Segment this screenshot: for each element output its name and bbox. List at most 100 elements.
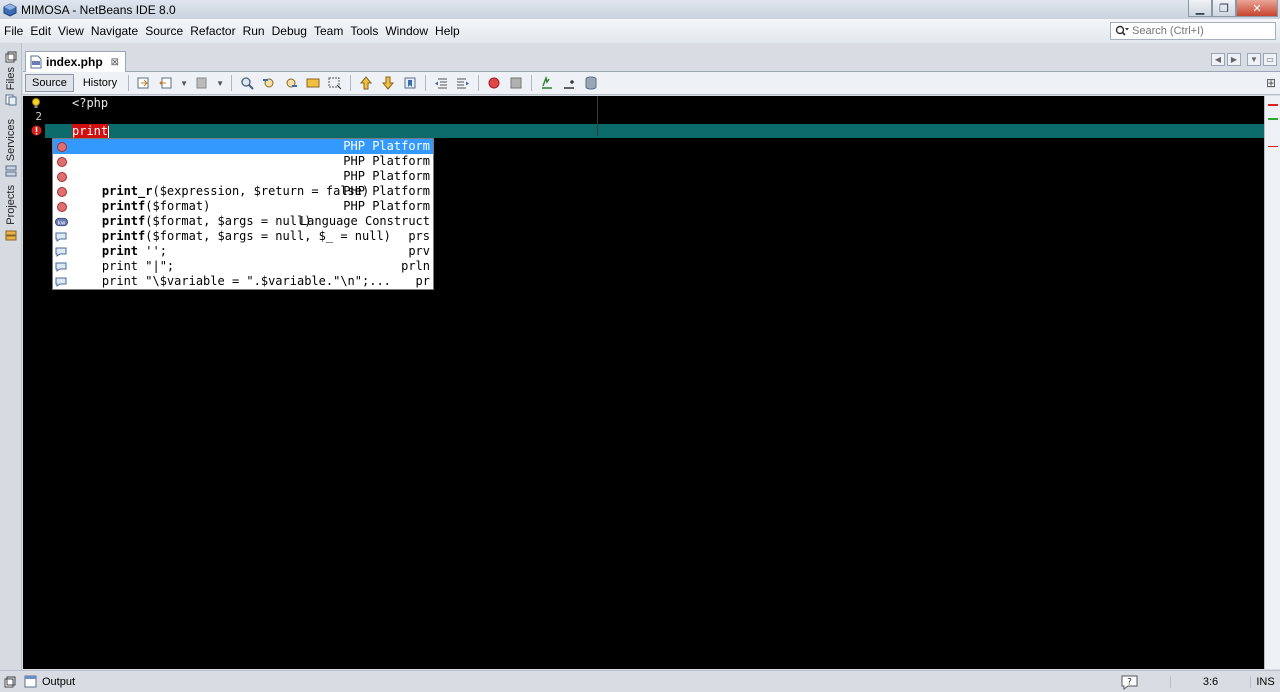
find-previous-icon[interactable] [261,75,277,91]
toggle-bookmark-icon[interactable] [402,75,418,91]
completion-item[interactable]: print "\$variable = ".$variable."\n";...… [53,244,433,288]
code-line-1: <?php [72,96,109,110]
find-next-icon[interactable] [283,75,299,91]
tab-scroll-right-icon[interactable]: ▶ [1227,53,1241,66]
code-completion-popup[interactable]: print_r($expression) PHP Platform print_… [52,138,434,318]
minimize-button[interactable]: ▁ [1188,0,1212,17]
svg-text:kw: kw [58,220,66,226]
ok-marker [1268,118,1278,120]
maximize-button[interactable]: ❐ [1212,0,1236,17]
toolbar-separator [425,75,427,91]
menu-debug[interactable]: Debug [269,24,310,38]
error-marker[interactable] [1268,146,1278,147]
completion-meta: prln [401,259,430,273]
rectangular-selection-icon[interactable] [327,75,343,91]
back-dropdown-icon[interactable]: ▼ [180,75,188,91]
notifications-icon[interactable]: ? [1120,674,1140,690]
toolbar-separator [231,75,233,91]
toggle-highlight-icon[interactable] [305,75,321,91]
completion-meta: PHP Platform [343,154,430,168]
uncomment-icon[interactable] [561,75,577,91]
tab-navigation: ◀ ▶ ▼ ▭ [1211,53,1277,66]
stop-macro-icon[interactable] [508,75,524,91]
completion-meta: PHP Platform [343,139,430,153]
toolbar-separator [478,75,480,91]
split-editor-icon[interactable]: ⊞ [1266,76,1276,90]
sidebar-tab-services[interactable]: Services [2,119,20,177]
menu-help[interactable]: Help [432,24,463,38]
insert-mode: INS [1250,676,1280,688]
function-icon [57,157,67,167]
tab-list-icon[interactable]: ▼ [1247,53,1261,66]
menu-run[interactable]: Run [240,24,268,38]
current-line-highlight [45,124,1264,138]
next-bookmark-icon[interactable] [380,75,396,91]
completion-item[interactable]: printf($format, $args = null, $_ = null)… [53,199,433,243]
menu-source[interactable]: Source [142,24,186,38]
back-icon[interactable] [158,75,174,91]
completion-item[interactable]: kw print ''; Language Construct [53,214,433,258]
menu-tools[interactable]: Tools [347,24,381,38]
caret-position: 3:6 [1170,676,1250,688]
completion-meta: Language Construct [299,214,430,228]
tab-index-php[interactable]: index.php ⊠ [25,51,127,72]
last-edit-icon[interactable] [136,75,152,91]
menu-navigate[interactable]: Navigate [88,24,141,38]
menu-window[interactable]: Window [382,24,431,38]
close-button[interactable]: ✕ [1236,0,1278,17]
menu-team[interactable]: Team [311,24,346,38]
shift-right-icon[interactable] [455,75,471,91]
source-tab-button[interactable]: Source [25,74,74,92]
code-line-3: print [72,124,110,139]
menu-refactor[interactable]: Refactor [187,24,238,38]
comment-icon[interactable] [539,75,555,91]
start-macro-icon[interactable] [486,75,502,91]
window-controls: ▁ ❐ ✕ [1188,0,1278,17]
maximize-window-icon[interactable]: ▭ [1263,53,1277,66]
output-icon[interactable] [24,675,37,688]
search-input[interactable] [1132,25,1272,37]
error-stripe[interactable] [1264,96,1280,669]
database-icon[interactable] [583,75,599,91]
completion-item[interactable]: print $variable."\n";... prln [53,259,433,303]
forward-icon[interactable] [194,75,210,91]
sidebar-tab-files[interactable]: Files [2,51,20,106]
completion-item[interactable]: print "|"; prs [53,229,433,273]
sidebar-tab-projects-label: Projects [5,185,17,225]
completion-item[interactable]: print_r($expression, $return = false) PH… [53,154,433,198]
output-tab-label[interactable]: Output [42,676,75,688]
window-restore-icon[interactable] [4,676,16,688]
editor-toolbar: Source History ▼ ▼ ⊞ [23,72,1280,95]
menu-file[interactable]: File [1,24,26,38]
find-icon[interactable] [239,75,255,91]
sidebar-tab-projects[interactable]: Projects [2,185,20,241]
template-icon [55,247,67,257]
completion-name: print $variable [101,304,211,318]
completion-item[interactable]: printf($format) PHP Platform [53,169,433,213]
projects-icon [5,230,17,241]
line-number: 2 [35,110,42,123]
template-icon [55,262,67,272]
completion-item[interactable]: printf($format, $args = null) PHP Platfo… [53,184,433,228]
hint-bulb-icon[interactable] [31,98,41,109]
completion-meta: prv [408,244,430,258]
quick-search[interactable] [1110,22,1276,40]
tab-close-icon[interactable]: ⊠ [111,57,119,68]
menu-edit[interactable]: Edit [27,24,54,38]
history-tab-button[interactable]: History [76,74,124,92]
completion-meta: PHP Platform [343,169,430,183]
completion-item[interactable]: print_r($expression) PHP Platform [53,139,433,183]
tab-scroll-left-icon[interactable]: ◀ [1211,53,1225,66]
template-icon [55,232,67,242]
function-icon [57,172,67,182]
sidebar-tab-services-label: Services [5,119,17,162]
search-icon [1115,25,1129,36]
previous-bookmark-icon[interactable] [358,75,374,91]
completion-meta: PHP Platform [343,184,430,198]
menu-view[interactable]: View [55,24,87,38]
shift-left-icon[interactable] [433,75,449,91]
error-marker[interactable] [1268,104,1278,106]
forward-dropdown-icon[interactable]: ▼ [216,75,224,91]
completion-item[interactable]: print $variable;... pr [53,274,433,318]
error-icon[interactable] [31,125,42,136]
